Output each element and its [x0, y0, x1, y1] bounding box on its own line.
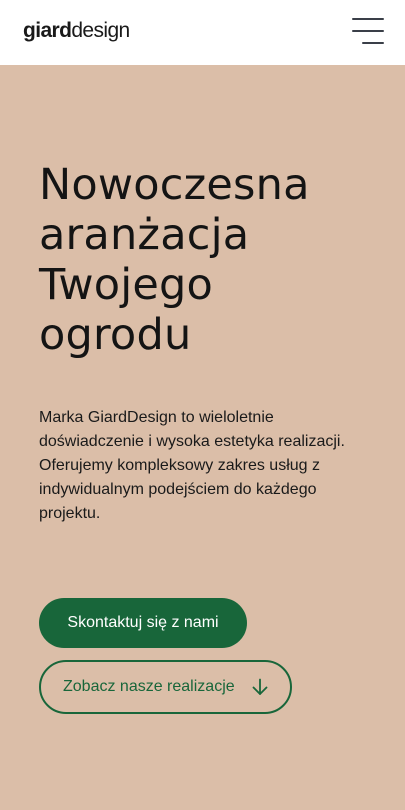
- brand-logo[interactable]: giarddesign: [23, 18, 130, 44]
- hero-description-line: Oferujemy kompleksowy zakres usług z: [39, 457, 320, 474]
- hero-title-line: Nowoczesna: [39, 160, 310, 210]
- logo-light-text: design: [71, 19, 130, 42]
- hero-title-line: Twojego: [39, 260, 214, 310]
- see-projects-button-label: Zobacz nasze realizacje: [63, 678, 235, 695]
- hero-description-line: doświadczenie i wysoka estetyka realizac…: [39, 433, 345, 450]
- see-projects-button[interactable]: Zobacz nasze realizacje: [39, 660, 292, 714]
- logo-bold-text: giard: [23, 19, 72, 42]
- hero-description-line: projektu.: [39, 505, 101, 522]
- hero-title: Nowoczesna aranżacja Twojego ogrodu: [39, 160, 389, 360]
- menu-button[interactable]: [350, 17, 386, 47]
- hero-title-line: aranżacja: [39, 210, 250, 260]
- hero-description-line: indywidualnym podejściem do każdego: [39, 481, 317, 498]
- hero-description-line: Marka GiardDesign to wieloletnie: [39, 409, 274, 426]
- arrow-down-icon: [252, 678, 268, 695]
- hero-description: Marka GiardDesign to wieloletnie doświad…: [39, 406, 379, 526]
- hero-section: Nowoczesna aranżacja Twojego ogrodu Mark…: [0, 65, 405, 810]
- hero-title-line: ogrodu: [39, 310, 192, 360]
- contact-us-button[interactable]: Skontaktuj się z nami: [39, 598, 247, 648]
- site-header: giarddesign: [0, 0, 405, 65]
